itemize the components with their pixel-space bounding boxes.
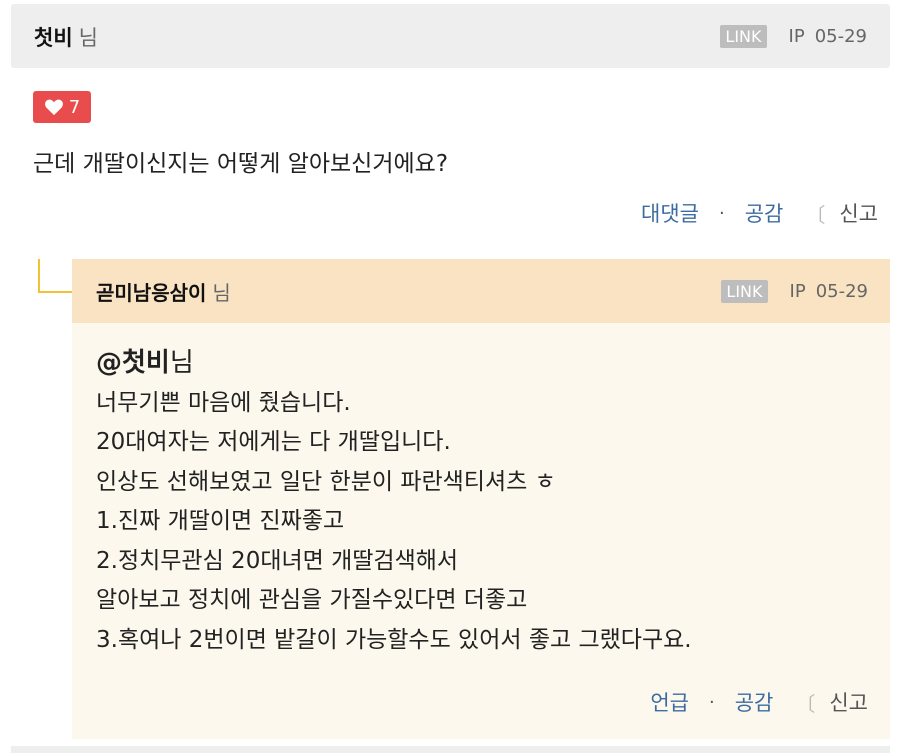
reply-date: 05-29 bbox=[815, 281, 868, 302]
author-suffix: 님 bbox=[78, 26, 98, 50]
report-button[interactable]: 신고 bbox=[829, 687, 868, 717]
mention-suffix: 님 bbox=[169, 348, 194, 378]
comment-meta: LINK IP 05-29 bbox=[720, 25, 867, 48]
comment-body: 근데 개딸이신지는 어떻게 알아보신거에요? bbox=[33, 151, 449, 177]
separator-dot: · bbox=[708, 691, 715, 713]
mention[interactable]: @첫비님 bbox=[96, 344, 692, 384]
reply-comment: 곧미남응삼이 님 LINK IP 05-29 @첫비님 너무기쁜 마음에 줬습니다… bbox=[72, 259, 890, 739]
like-button[interactable]: 공감 bbox=[745, 198, 784, 228]
reply-line: 2.정치무관심 20대녀면 개딸검색해서 bbox=[96, 547, 459, 574]
reply-author-name[interactable]: 곧미남응삼이 bbox=[96, 281, 206, 305]
author-name[interactable]: 첫비 bbox=[34, 26, 73, 50]
link-badge[interactable]: LINK bbox=[721, 280, 768, 303]
reply-meta: LINK IP 05-29 bbox=[721, 280, 868, 303]
separator-dot: · bbox=[718, 202, 725, 224]
mention-name[interactable]: @첫비 bbox=[96, 348, 170, 378]
comment-author[interactable]: 첫비 님 bbox=[34, 22, 98, 52]
like-button[interactable]: 공감 bbox=[735, 687, 774, 717]
next-comment-header bbox=[11, 746, 890, 753]
link-badge[interactable]: LINK bbox=[720, 25, 767, 48]
report-button[interactable]: 신고 bbox=[839, 198, 878, 228]
reply-body: @첫비님 너무기쁜 마음에 줬습니다. 20대여자는 저에게는 다 개딸입니다.… bbox=[96, 344, 692, 660]
separator-bracket: 〔 bbox=[795, 691, 816, 716]
ip-label: IP bbox=[789, 281, 806, 302]
heart-icon bbox=[44, 99, 63, 116]
like-count: 7 bbox=[68, 96, 81, 118]
separator-bracket: 〔 bbox=[805, 202, 826, 227]
like-count-badge: 7 bbox=[33, 91, 91, 123]
comment-actions: 대댓글 · 공감 〔 신고 bbox=[641, 198, 878, 228]
ip-label: IP bbox=[788, 26, 805, 47]
reply-button[interactable]: 대댓글 bbox=[641, 198, 699, 228]
reply-actions: 언급 · 공감 〔 신고 bbox=[650, 687, 868, 717]
reply-author-suffix: 님 bbox=[212, 281, 231, 305]
reply-header: 곧미남응삼이 님 LINK IP 05-29 bbox=[72, 259, 890, 323]
reply-line: 20대여자는 저에게는 다 개딸입니다. bbox=[96, 429, 451, 455]
reply-line: 3.혹여나 2번이면 밭갈이 가능할수도 있어서 좋고 그랬다구요. bbox=[96, 626, 692, 653]
reply-line: 알아보고 정치에 관심을 가질수있다면 더좋고 bbox=[96, 587, 528, 613]
reply-connector bbox=[38, 259, 74, 293]
reply-line: 인상도 선해보였고 일단 한분이 파란색티셔츠 ㅎ bbox=[96, 468, 556, 495]
comment-date: 05-29 bbox=[814, 26, 867, 47]
reply-line: 너무기쁜 마음에 줬습니다. bbox=[96, 389, 351, 416]
reply-line: 1.진짜 개딸이면 진짜좋고 bbox=[96, 508, 345, 534]
reply-author[interactable]: 곧미남응삼이 님 bbox=[96, 277, 231, 306]
mention-button[interactable]: 언급 bbox=[650, 687, 689, 717]
comment-header: 첫비 님 LINK IP 05-29 bbox=[11, 4, 890, 68]
